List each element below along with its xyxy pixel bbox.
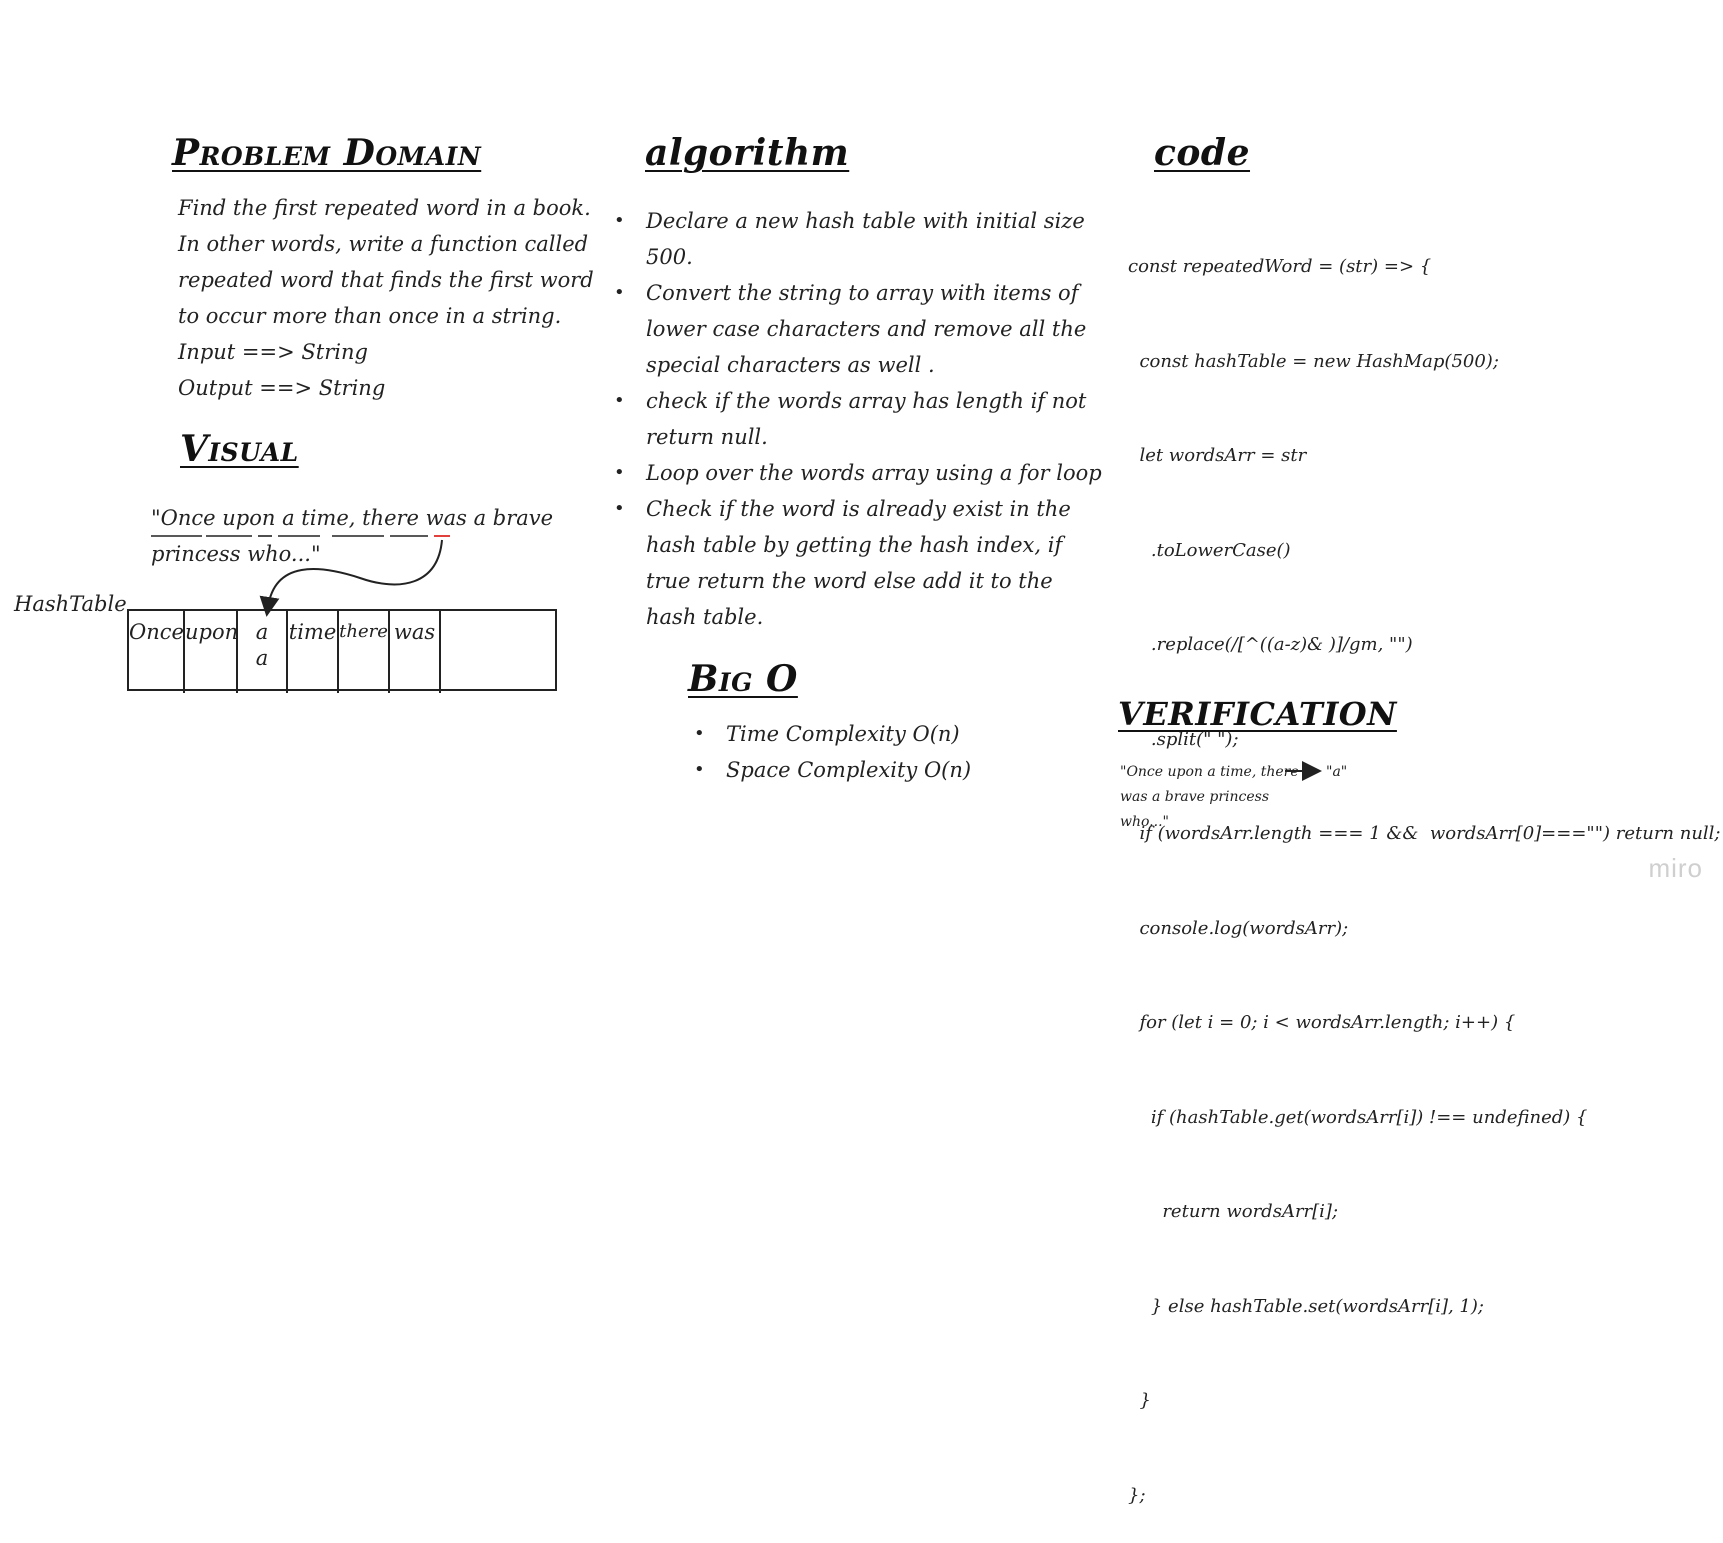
code-line: const repeatedWord = (str) => { (1128, 256, 1432, 277)
hash-cell: time (288, 611, 339, 693)
code-title: code (1154, 132, 1251, 174)
bullet: • (614, 282, 625, 303)
hash-cell-collision: a a (238, 611, 288, 693)
miro-watermark: miro (1648, 853, 1703, 883)
collision-word: a (255, 646, 269, 670)
code-line: let wordsArr = str (1128, 445, 1307, 466)
algorithm-item: • Declare a new hash table with initial … (614, 203, 1085, 275)
hash-cell: there (339, 611, 390, 693)
algorithm-title: algorithm (645, 132, 850, 174)
hash-arrow (259, 539, 443, 617)
hash-cell: was (390, 611, 441, 693)
big-o-item: • Space Complexity O(n) (694, 752, 994, 788)
hash-cell-empty (441, 611, 555, 693)
code-line: } else hashTable.set(wordsArr[i], 1); (1128, 1295, 1484, 1317)
code-line: if (hashTable.get(wordsArr[i]) !== undef… (1128, 1106, 1588, 1128)
algorithm-list: • Declare a new hash table with initial … (614, 203, 1102, 635)
big-o-list: • Time Complexity O(n) • Space Complexit… (694, 716, 994, 788)
code-line: console.log(wordsArr); (1128, 917, 1349, 939)
code-block: const repeatedWord = (str) => { const ha… (1128, 188, 1721, 1543)
big-o-item: • Time Complexity O(n) (694, 716, 994, 752)
bullet: • (694, 759, 705, 780)
bullet: • (614, 390, 625, 411)
bullet: • (614, 498, 625, 519)
code-line: const hashTable = new HashMap(500); (1128, 350, 1499, 372)
verification-output: "a" (1326, 764, 1348, 780)
algorithm-item: • Convert the string to array with items… (614, 275, 1086, 383)
code-line: } (1128, 1390, 1151, 1411)
bullet: • (694, 723, 705, 744)
hash-cell: Once (129, 611, 185, 693)
bullet: • (614, 462, 625, 483)
code-line: return wordsArr[i]; (1128, 1201, 1339, 1222)
code-line: .replace(/[^((a-z)& )]/gm, "") (1128, 634, 1413, 655)
hashtable-label: HashTable (14, 592, 127, 616)
algorithm-item: • Check if the word is already exist in … (614, 491, 1074, 635)
verification-title: VERIFICATION (1118, 695, 1397, 733)
code-line: for (let i = 0; i < wordsArr.length; i++… (1128, 1012, 1516, 1033)
algorithm-item: • Loop over the words array using a for … (614, 455, 1102, 491)
code-line: }; (1128, 1484, 1146, 1506)
algorithm-item: • check if the words array has length if… (614, 383, 1086, 455)
bullet: • (614, 210, 625, 231)
hash-table: Once upon a a time there was (127, 609, 557, 693)
big-o-title: Big O (688, 658, 798, 700)
hash-cell: upon (185, 611, 238, 693)
verification-input: "Once upon a time, there was a brave pri… (1120, 764, 1299, 830)
code-line: .toLowerCase() (1128, 539, 1291, 561)
